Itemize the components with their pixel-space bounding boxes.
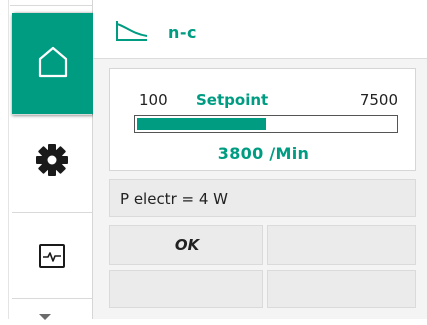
chevron-down-icon [38, 306, 52, 325]
nav-more-button[interactable] [38, 306, 52, 320]
nav-home-button[interactable] [12, 13, 94, 114]
setpoint-bar[interactable] [134, 115, 398, 133]
control-curve-icon [115, 20, 149, 46]
setpoint-panel[interactable]: 100 Setpoint 7500 3800 /Min [109, 68, 416, 171]
nav-settings-button[interactable] [12, 118, 92, 206]
main-content: 100 Setpoint 7500 3800 /Min P electr = 4… [93, 59, 427, 319]
ok-button-label: OK [174, 236, 200, 254]
rail-separator [12, 298, 92, 299]
header-bar: n-c [93, 0, 427, 59]
gear-icon [35, 143, 69, 181]
empty-softkey-3[interactable] [267, 270, 416, 308]
control-mode-label: n-c [168, 23, 198, 42]
ok-button[interactable]: OK [109, 225, 263, 265]
home-icon [35, 45, 71, 83]
rail-left-border [8, 0, 9, 319]
empty-softkey-2[interactable] [109, 270, 263, 308]
rail-top-line [10, 5, 92, 6]
setpoint-bar-fill [137, 118, 266, 130]
pump-display-screen: n-c 100 Setpoint 7500 3800 /Min P electr… [0, 0, 427, 320]
rail-separator [12, 114, 92, 115]
empty-softkey-1[interactable] [267, 225, 416, 265]
setpoint-value: 3800 /Min [217, 144, 310, 163]
nav-diagnostics-button[interactable] [12, 218, 92, 298]
power-readout: P electr = 4 W [109, 179, 416, 217]
power-readout-text: P electr = 4 W [120, 190, 228, 208]
setpoint-title: Setpoint [196, 91, 269, 109]
rail-separator [12, 212, 92, 213]
setpoint-max-label: 7500 [359, 91, 398, 109]
setpoint-min-label: 100 [139, 91, 168, 109]
pulse-monitor-icon [38, 243, 66, 273]
